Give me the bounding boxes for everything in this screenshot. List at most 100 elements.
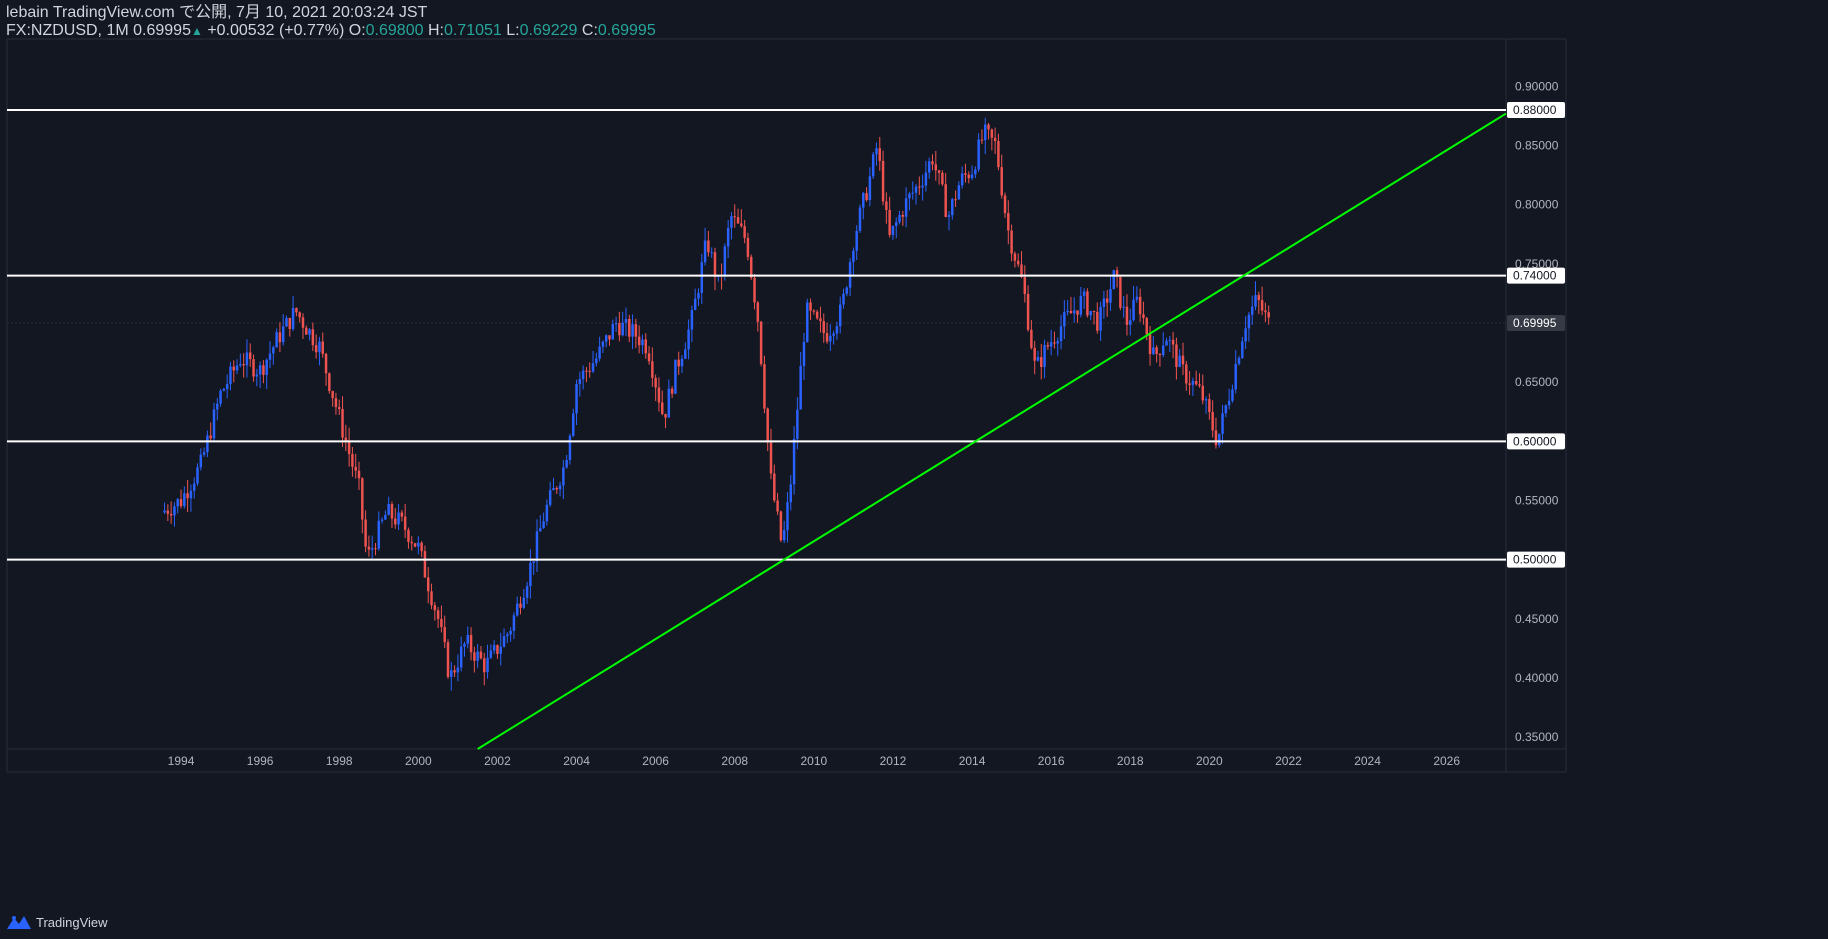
level-price-label-text: 0.60000 <box>1513 434 1557 448</box>
time-tick-label: 2002 <box>484 754 511 768</box>
time-tick-label: 2016 <box>1038 754 1065 768</box>
candle-body <box>222 389 226 391</box>
candle-body <box>235 365 239 371</box>
candle-body <box>769 442 773 474</box>
candle-body <box>324 353 328 374</box>
candle-body <box>621 322 624 336</box>
candle-body <box>1023 277 1027 294</box>
time-axis[interactable]: 1994 1996 1998 2000 2002 2004 2006 2008 2010 2012… <box>168 754 1461 768</box>
close-value: 0.69995 <box>597 22 656 39</box>
high-value: 0.71051 <box>443 22 502 39</box>
candle-body <box>684 349 687 359</box>
candle-body <box>295 308 298 313</box>
candle-body <box>206 435 209 453</box>
candle-body <box>802 341 806 366</box>
candle-body <box>1161 345 1165 356</box>
price-tick-label: 0.85000 <box>1515 139 1559 153</box>
price-chart[interactable]: 0.35000 0.40000 0.45000 0.50000 0.55000 0.600… <box>0 0 1828 939</box>
candle-body <box>1241 341 1244 358</box>
candle-body <box>565 459 568 468</box>
candle-body <box>1231 389 1234 401</box>
candle-body <box>891 225 895 235</box>
candle-body <box>453 670 456 673</box>
candle-body <box>825 333 829 342</box>
trendline[interactable] <box>477 112 1507 750</box>
candle-body <box>1112 270 1116 290</box>
candle-body <box>1158 353 1162 356</box>
candle-body <box>245 352 249 366</box>
candle-body <box>614 323 618 325</box>
candle-body <box>562 467 565 486</box>
level-price-label-text: 0.50000 <box>1513 553 1557 567</box>
current-price-label-text: 0.69995 <box>1513 316 1557 330</box>
candle-body <box>911 192 914 194</box>
candle-body <box>440 619 443 628</box>
candle-body <box>944 184 947 217</box>
time-tick-label: 1994 <box>168 754 195 768</box>
candle-body <box>400 512 404 517</box>
candle-body <box>937 170 941 173</box>
candle-body <box>1013 253 1017 261</box>
candle-body <box>964 173 967 175</box>
low-label: L: <box>506 22 520 39</box>
candle-body <box>878 148 882 161</box>
candle-body <box>370 548 374 550</box>
candle-body <box>726 227 730 247</box>
candle-body <box>595 358 598 364</box>
candle-body <box>486 657 489 673</box>
candle-body <box>858 207 862 231</box>
candle-body <box>809 302 812 311</box>
candle-body <box>815 311 819 319</box>
price-axis[interactable]: 0.35000 0.40000 0.45000 0.50000 0.55000 0.600… <box>1507 79 1565 744</box>
candle-body <box>1224 405 1228 414</box>
candle-body <box>904 198 908 217</box>
candle-body <box>1250 306 1254 315</box>
candle-body <box>380 519 384 521</box>
candle-body <box>598 346 601 359</box>
candle-body <box>249 352 252 360</box>
candle-body <box>779 511 783 541</box>
candle-body <box>812 310 816 312</box>
price-tick-label: 0.55000 <box>1515 494 1559 508</box>
candle-body <box>789 484 793 503</box>
candle-body <box>539 528 542 532</box>
candle-body <box>1264 310 1267 313</box>
candle-body <box>736 217 740 224</box>
candle-body <box>252 359 255 377</box>
candle-body <box>1178 355 1181 367</box>
candle-body <box>895 222 898 226</box>
candle-body <box>941 172 944 185</box>
candle-body <box>242 364 245 366</box>
candle-body <box>420 542 423 552</box>
candle-body <box>1079 295 1083 315</box>
candle-body <box>746 237 750 257</box>
candle-body <box>766 408 769 443</box>
candle-body <box>763 364 766 409</box>
candle-body <box>628 318 631 337</box>
candle-body <box>1201 385 1205 401</box>
candle-body <box>492 645 496 651</box>
candle-body <box>456 667 460 673</box>
time-tick-label: 2000 <box>405 754 432 768</box>
candle-body <box>258 365 262 375</box>
horizontal-levels[interactable] <box>7 109 1506 561</box>
candle-body <box>1247 314 1251 329</box>
candle-body <box>730 216 733 228</box>
symbol-label[interactable]: FX:NZDUSD, 1M <box>6 22 129 39</box>
price-tick-label: 0.65000 <box>1515 375 1559 389</box>
candle-body <box>641 339 644 346</box>
candle-body <box>799 365 802 410</box>
candle-body <box>1119 276 1122 308</box>
candle-body <box>417 542 420 547</box>
candle-body <box>436 610 440 620</box>
tradingview-branding[interactable]: TradingView <box>6 912 108 932</box>
time-tick-label: 2024 <box>1354 754 1381 768</box>
candle-body <box>186 493 189 499</box>
time-tick-label: 2022 <box>1275 754 1302 768</box>
candle-body <box>1092 310 1096 312</box>
candle-body <box>977 139 980 170</box>
candle-body <box>753 277 756 303</box>
time-tick-label: 1998 <box>326 754 353 768</box>
candle-body <box>413 543 417 547</box>
candle-body <box>591 363 595 372</box>
